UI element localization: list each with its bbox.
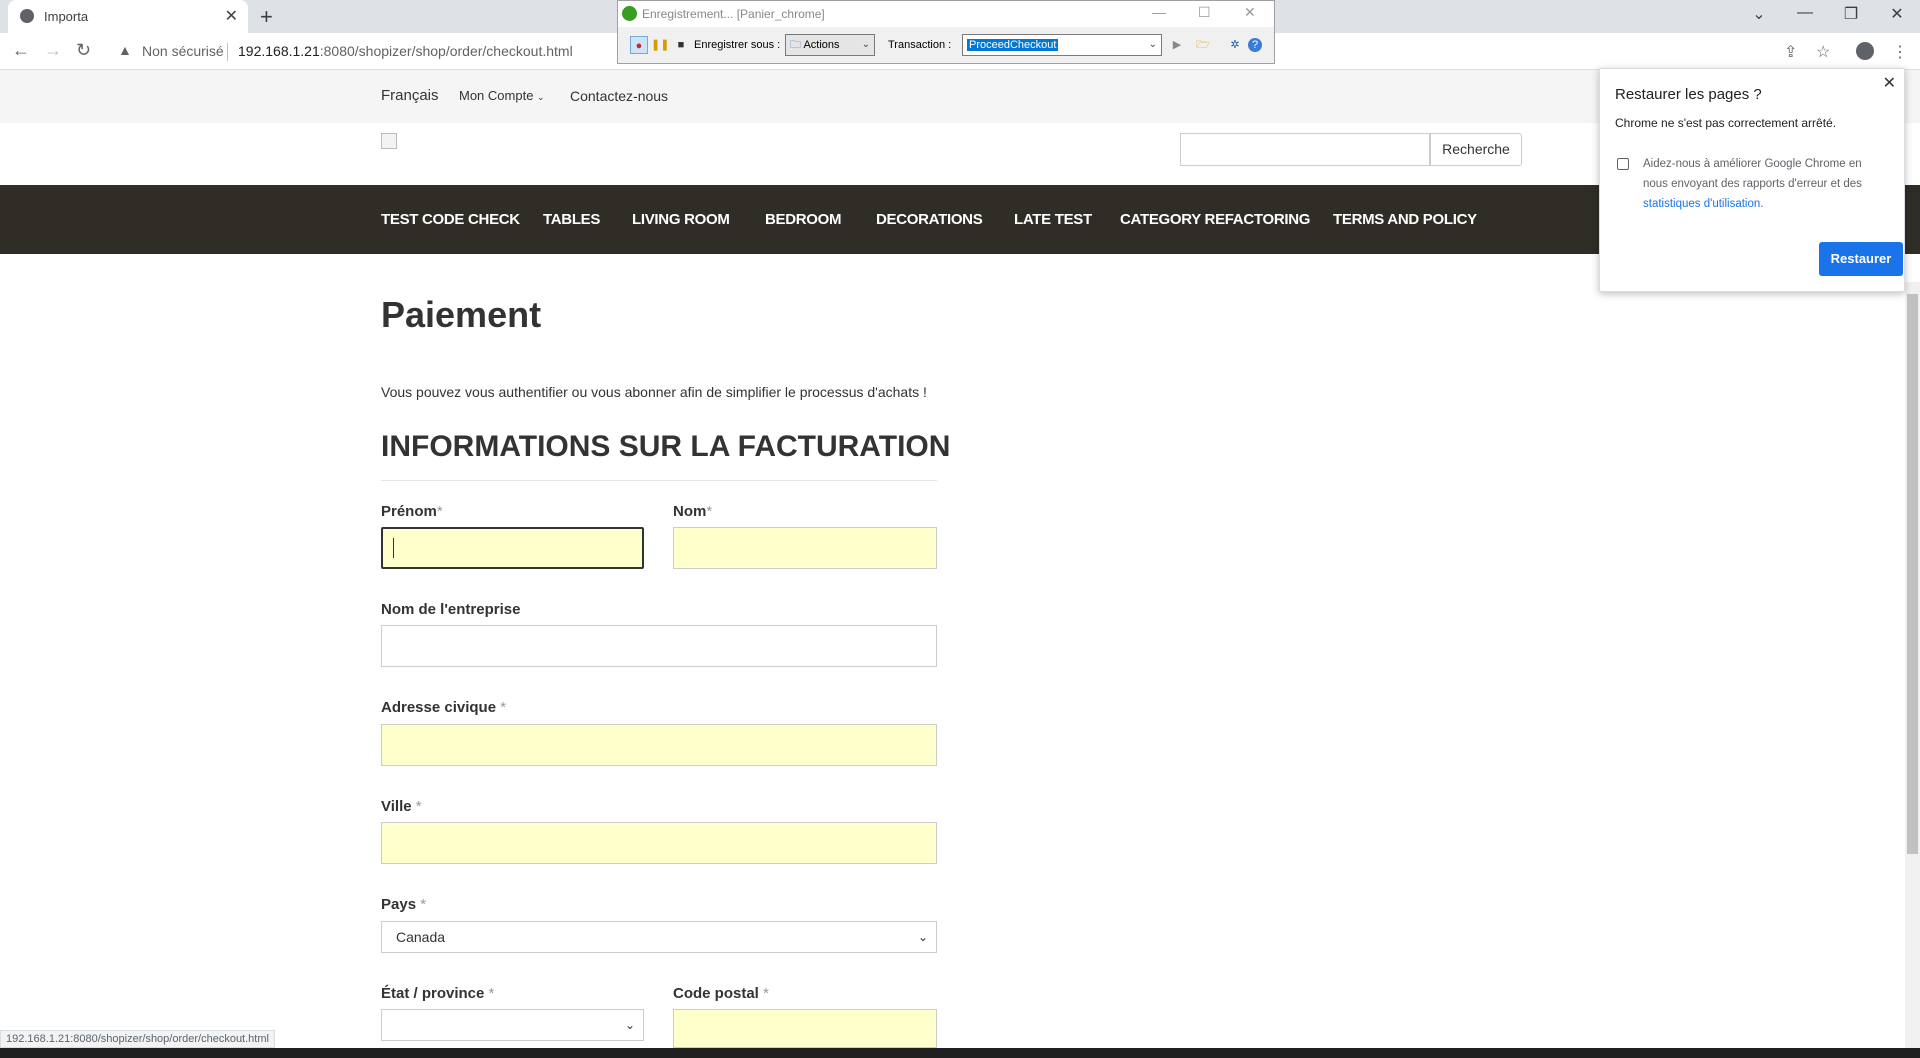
forward-icon[interactable]: → [44, 40, 62, 61]
share-icon[interactable]: ⇪ [1784, 42, 1797, 62]
category-bedroom[interactable]: BEDROOM [765, 211, 842, 228]
search-button[interactable]: Recherche [1430, 133, 1522, 166]
play-icon[interactable]: ▶ [1168, 36, 1186, 54]
restore-window-icon[interactable]: ❐ [1828, 4, 1874, 24]
lastname-label: Nom* [673, 503, 713, 520]
status-url: 192.168.1.21:8080/shopizer/shop/order/ch… [0, 1030, 275, 1048]
city-field[interactable] [381, 822, 937, 864]
city-label: Ville * [381, 798, 422, 815]
country-select[interactable]: Canada ⌄ [381, 921, 937, 953]
minimize-icon[interactable]: — [1782, 4, 1828, 22]
new-tab-button[interactable]: + [260, 4, 273, 30]
category-terms-and-policy[interactable]: TERMS AND POLICY [1333, 211, 1477, 228]
transaction-label: Transaction : [888, 39, 952, 51]
chevron-down-icon: ⌄ [537, 92, 545, 102]
firstname-label: Prénom* [381, 503, 443, 520]
close-window-icon[interactable]: ✕ [1874, 4, 1920, 24]
contact-link[interactable]: Contactez-nous [570, 88, 668, 104]
menu-icon[interactable]: ⋮ [1892, 42, 1908, 62]
chevron-down-icon: ⌄ [917, 930, 928, 944]
reload-icon[interactable]: ↻ [76, 40, 91, 61]
close-icon[interactable]: ✕ [1883, 73, 1896, 93]
open-folder-icon[interactable]: 🗁 [1194, 36, 1212, 54]
record-icon[interactable]: ● [630, 36, 648, 54]
save-as-select[interactable]: 🗀 Actions ⌄ [785, 34, 875, 56]
broken-logo-image[interactable] [381, 133, 397, 149]
restore-description: Chrome ne s'est pas correctement arrêté. [1615, 116, 1837, 130]
maximize-icon[interactable]: ☐ [1198, 4, 1211, 21]
taskbar [0, 1048, 1920, 1058]
address-field[interactable] [381, 724, 937, 766]
browser-tab[interactable]: Importa ✕ [8, 0, 248, 33]
category-late-test[interactable]: LATE TEST [1014, 211, 1092, 228]
account-menu[interactable]: Mon Compte ⌄ [459, 88, 545, 103]
category-test-code-check[interactable]: TEST CODE CHECK [381, 211, 520, 228]
category-living-room[interactable]: LIVING ROOM [632, 211, 730, 228]
tab-title: Importa [44, 9, 89, 24]
category-tables[interactable]: TABLES [543, 211, 600, 228]
back-icon[interactable]: ← [12, 40, 30, 61]
recorder-toolbar: ● ❚❚ ■ Enregistrer sous : 🗀 Actions ⌄ Tra… [618, 31, 1274, 61]
globe-icon [20, 9, 34, 23]
restore-pages-popup: ✕ Restaurer les pages ? Chrome ne s'est … [1599, 68, 1905, 292]
firstname-field[interactable] [381, 527, 644, 569]
billing-section-title: INFORMATIONS SUR LA FACTURATION [381, 430, 951, 463]
postal-field[interactable] [673, 1009, 937, 1048]
page-title: Paiement [381, 294, 542, 335]
close-tab-icon[interactable]: ✕ [225, 6, 238, 26]
divider [381, 480, 937, 481]
help-icon[interactable]: ? [1248, 38, 1262, 52]
text-cursor [393, 538, 394, 558]
tab-search-icon[interactable]: ⌄ [1736, 4, 1782, 24]
warning-icon: ▲ [118, 42, 132, 58]
recorder-logo-icon [622, 6, 637, 21]
profile-icon[interactable] [1856, 42, 1874, 60]
search-input[interactable] [1180, 133, 1430, 166]
chevron-down-icon: ⌄ [1148, 39, 1157, 50]
recorder-window: Enregistrement... [Panier_chrome] — ☐ ✕ … [617, 0, 1275, 64]
language-link[interactable]: Français [381, 87, 439, 104]
category-decorations[interactable]: DECORATIONS [876, 211, 983, 228]
company-label: Nom de l'entreprise [381, 601, 521, 618]
security-label: Non sécurisé [142, 43, 224, 59]
url-text: 192.168.1.21:8080/shopizer/shop/order/ch… [238, 43, 573, 59]
star-icon[interactable]: ☆ [1816, 42, 1830, 62]
folder-icon: 🗀 [790, 39, 801, 51]
postal-label: Code postal * [673, 985, 769, 1002]
state-select[interactable]: ⌄ [381, 1009, 644, 1041]
address-label: Adresse civique * [381, 699, 507, 716]
chevron-down-icon: ⌄ [861, 39, 870, 50]
company-field[interactable] [381, 625, 937, 667]
minimize-icon[interactable]: — [1152, 4, 1166, 20]
usage-stats-link[interactable]: statistiques d'utilisation. [1643, 198, 1763, 210]
chevron-down-icon: ⌄ [624, 1018, 635, 1032]
country-label: Pays * [381, 896, 427, 913]
save-as-label: Enregistrer sous : [694, 39, 781, 51]
category-category-refactoring[interactable]: CATEGORY REFACTORING [1120, 211, 1310, 228]
usage-stats-checkbox[interactable] [1617, 158, 1629, 170]
state-label: État / province * [381, 985, 495, 1002]
stop-icon[interactable]: ■ [672, 36, 690, 54]
recorder-titlebar: Enregistrement... [Panier_chrome] — ☐ ✕ [618, 1, 1274, 27]
scrollbar-thumb[interactable] [1907, 294, 1918, 854]
pause-icon[interactable]: ❚❚ [651, 36, 669, 54]
help-text: Aidez-nous à améliorer Google Chrome en … [1643, 158, 1862, 210]
recorder-title: Enregistrement... [Panier_chrome] [642, 7, 825, 21]
lastname-field[interactable] [673, 527, 937, 569]
restore-title: Restaurer les pages ? [1615, 86, 1762, 103]
transaction-select[interactable]: ProceedCheckout ⌄ [962, 34, 1162, 56]
intro-text: Vous pouvez vous authentifier ou vous ab… [381, 384, 927, 400]
close-icon[interactable]: ✕ [1244, 4, 1256, 21]
restore-button[interactable]: Restaurer [1819, 242, 1903, 276]
divider [227, 43, 228, 61]
settings-icon[interactable]: ✲ [1226, 36, 1244, 54]
